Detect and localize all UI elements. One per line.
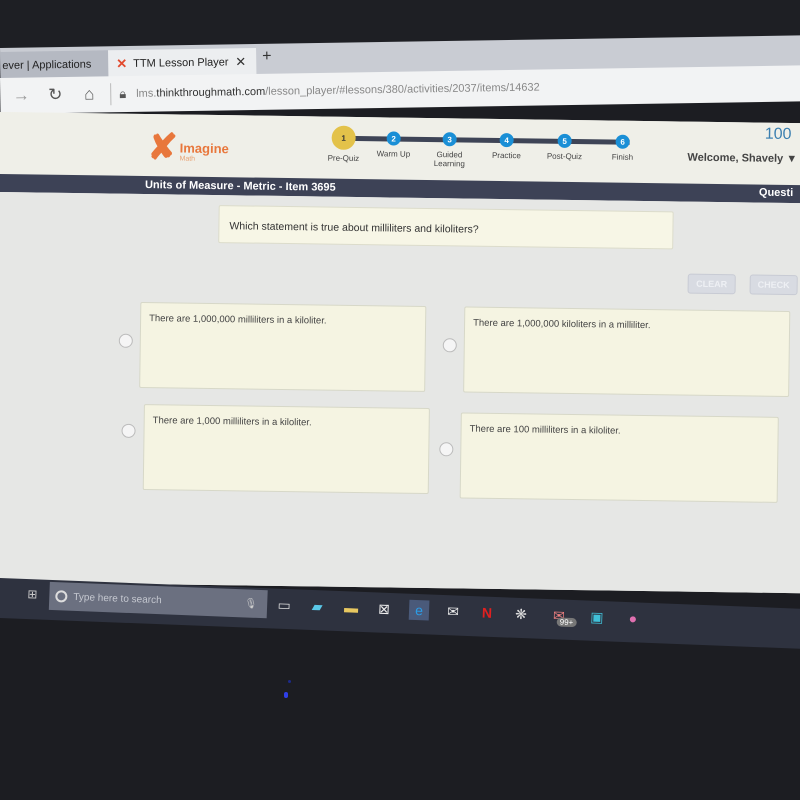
step-practice: 4 Practice xyxy=(482,125,530,161)
step-pre-quiz: 1 Pre-Quiz xyxy=(319,122,368,163)
media-icon[interactable]: ▣ xyxy=(587,607,608,628)
teams-icon[interactable]: ▰ xyxy=(307,596,328,617)
step-guided-learning: 3 Guided Learning xyxy=(425,124,474,169)
answer-option-1[interactable]: There are 1,000,000 milliliters in a kil… xyxy=(139,301,427,392)
file-explorer-icon[interactable]: ▬ xyxy=(341,597,362,618)
lesson-progress-steps: 1 Pre-Quiz 2 Warm Up 3 Guided Learning 4… xyxy=(319,122,633,176)
arrow-right-icon[interactable]: → xyxy=(4,85,38,106)
check-button[interactable]: CHECK xyxy=(749,274,798,296)
unit-title: Units of Measure - Metric - Item 3695 xyxy=(144,179,336,194)
mail-icon[interactable]: ✉ xyxy=(443,601,464,622)
step-post-quiz: 5 Post-Quiz xyxy=(540,126,588,162)
search-placeholder: Type here to search xyxy=(73,591,162,606)
score: 100 xyxy=(764,125,792,144)
url-prefix: lms. xyxy=(136,87,157,100)
answer-option-4[interactable]: There are 100 milliliters in a kiloliter… xyxy=(459,412,779,503)
photo-of-screen: ever | Applications ✕ TTM Lesson Player … xyxy=(0,0,800,800)
option-text: There are 1,000,000 kiloliters in a mill… xyxy=(473,317,651,332)
step-label: Warm Up xyxy=(376,149,411,159)
app-icon[interactable]: ❋ xyxy=(511,604,532,625)
step-number: 3 xyxy=(442,132,457,147)
option-radio-2[interactable] xyxy=(442,338,457,353)
tab-label: ever | Applications xyxy=(2,58,92,72)
url-domain: thinkthroughmath.com xyxy=(156,85,266,100)
edge-icon[interactable]: e xyxy=(408,599,430,621)
option-text: There are 100 milliliters in a kiloliter… xyxy=(469,423,621,437)
notification-badge: 99+ xyxy=(556,617,577,628)
address-bar[interactable]: lms.thinkthroughmath.com/lesson_player/#… xyxy=(136,82,540,100)
answer-option-2[interactable]: There are 1,000,000 kiloliters in a mill… xyxy=(463,306,791,398)
step-finish: 6 Finish xyxy=(598,126,646,162)
step-label: Pre-Quiz xyxy=(327,153,360,164)
step-label: Practice xyxy=(491,150,521,161)
step-number: 5 xyxy=(557,133,572,148)
clear-button[interactable]: CLEAR xyxy=(687,273,736,295)
logo-title: Imagine xyxy=(179,140,229,157)
option-radio-1[interactable] xyxy=(118,333,133,348)
answer-option-3[interactable]: There are 1,000 milliliters in a kilolit… xyxy=(142,404,430,495)
step-number: 6 xyxy=(615,134,630,149)
step-label: Post-Quiz xyxy=(546,151,583,162)
caret-down-icon: ▼ xyxy=(786,152,798,166)
url-path: /lesson_player/#lessons/380/activities/2… xyxy=(265,81,540,98)
home-icon[interactable]: ⌂ xyxy=(72,84,106,105)
step-number: 4 xyxy=(499,132,514,148)
task-view-icon[interactable]: ▭ xyxy=(274,595,295,616)
welcome-text: Welcome, Shavely xyxy=(687,151,784,165)
option-radio-3[interactable] xyxy=(121,423,136,438)
pink-app-icon[interactable]: ● xyxy=(623,608,644,629)
plus-icon[interactable]: + xyxy=(262,48,272,66)
taskbar-search[interactable]: Type here to search 🎙︎ xyxy=(48,581,268,619)
divider xyxy=(110,83,112,106)
monitor-power-led xyxy=(284,692,288,698)
tab-applications[interactable]: ever | Applications xyxy=(0,50,109,80)
monitor-led-glow xyxy=(288,680,291,683)
option-text: There are 1,000 milliliters in a kilolit… xyxy=(152,415,312,429)
lesson-page: ✘ Imagine Math 1 Pre-Quiz 2 Warm Up 3 Gu… xyxy=(0,112,800,594)
store-icon[interactable]: ⊠ xyxy=(374,598,395,619)
cortana-icon xyxy=(55,590,68,603)
question-prompt: Which statement is true about milliliter… xyxy=(218,205,674,250)
option-text: There are 1,000,000 milliliters in a kil… xyxy=(149,313,327,327)
lock-icon: 🔒︎ xyxy=(119,86,127,102)
refresh-icon[interactable]: ↻ xyxy=(38,85,72,106)
lesson-header: ✘ Imagine Math 1 Pre-Quiz 2 Warm Up 3 Gu… xyxy=(0,112,800,186)
logo-subtitle: Math xyxy=(179,155,196,163)
imagine-math-logo: ✘ Imagine Math xyxy=(147,126,229,168)
logo-figure-icon: ✘ xyxy=(147,126,178,168)
question-label: Questi xyxy=(758,186,794,200)
imagine-math-icon: ✕ xyxy=(116,56,128,72)
question-area: Which statement is true about milliliter… xyxy=(0,191,800,594)
netflix-icon[interactable]: N xyxy=(477,602,498,623)
step-label: Finish xyxy=(611,152,634,162)
user-menu[interactable]: Welcome, Shavely ▼ xyxy=(687,152,797,166)
tab-label: TTM Lesson Player xyxy=(133,56,229,70)
step-number: 2 xyxy=(386,131,401,146)
step-warm-up: 2 Warm Up xyxy=(369,123,417,159)
step-number: 1 xyxy=(331,125,356,150)
close-icon[interactable]: ✕ xyxy=(235,54,246,70)
windows-start-icon[interactable]: ⊞ xyxy=(27,587,38,601)
option-radio-4[interactable] xyxy=(439,442,454,457)
step-label: Guided Learning xyxy=(433,150,465,169)
microphone-icon[interactable]: 🎙︎ xyxy=(244,598,257,609)
